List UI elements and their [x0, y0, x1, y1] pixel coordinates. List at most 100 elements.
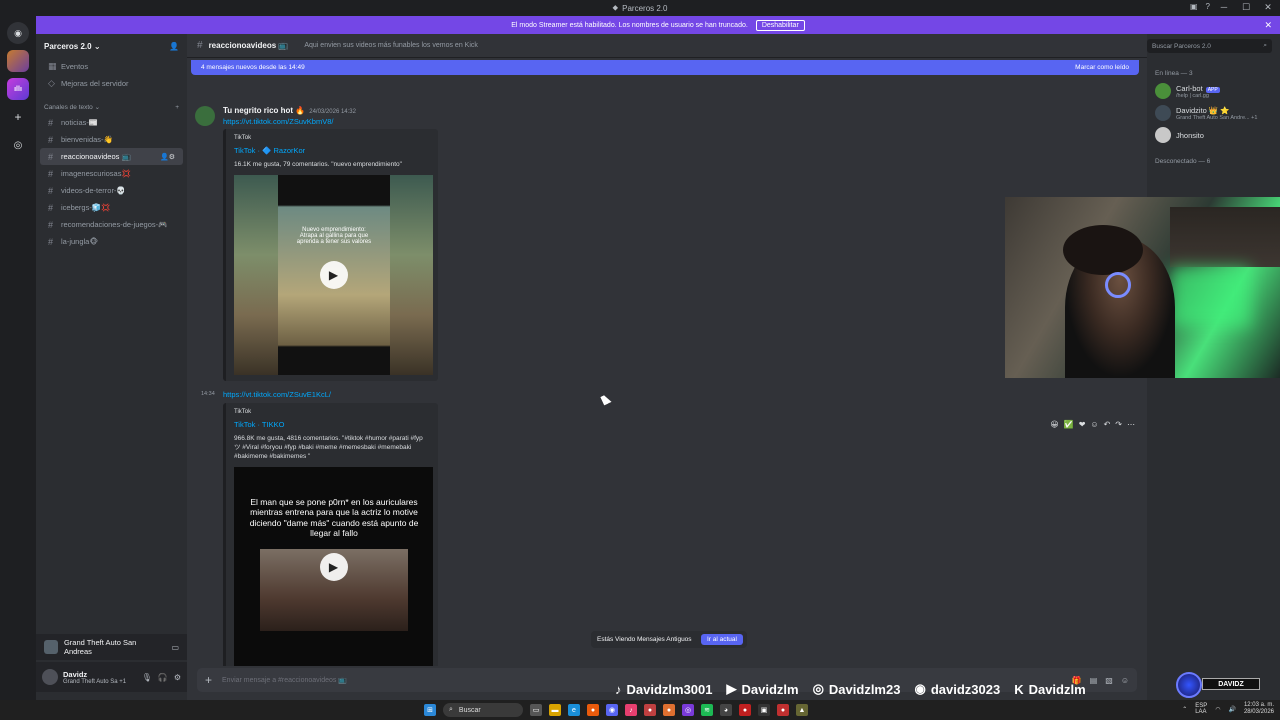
- channel-la-jungla[interactable]: # la-jungla🐵: [40, 233, 183, 250]
- new-messages-bar[interactable]: 4 mensajes nuevos desde las 14:49 Marcar…: [191, 60, 1139, 75]
- channel-videos-de-terror[interactable]: # videos-de-terror-💀: [40, 182, 183, 199]
- windows-start-icon[interactable]: ⊞: [424, 704, 436, 716]
- social-instagram: ◎ Davidzlm23: [812, 681, 901, 697]
- microphone-icon[interactable]: 🎙: [142, 673, 152, 682]
- file-explorer-icon[interactable]: ▬: [549, 704, 561, 716]
- app-icon[interactable]: ●: [644, 704, 656, 716]
- add-friend-icon[interactable]: 👤: [169, 42, 179, 51]
- message-link[interactable]: https://vt.tiktok.com/ZSuvKbmV8/: [223, 117, 333, 126]
- edge-icon[interactable]: e: [568, 704, 580, 716]
- app-icon[interactable]: ●: [739, 704, 751, 716]
- server-header[interactable]: Parceros 2.0 ⌄ 👤: [36, 34, 187, 58]
- banner-text: El modo Streamer está habilitado. Los no…: [511, 21, 748, 29]
- channel-reaccionoavideos[interactable]: # reaccionoavideos 📺 👤⚙: [40, 148, 183, 165]
- gear-icon[interactable]: ⚙: [174, 673, 181, 682]
- search-icon: ⌕: [1263, 42, 1267, 49]
- spotify-icon[interactable]: ≋: [701, 704, 713, 716]
- taskbar-search[interactable]: ⌕ Buscar: [443, 703, 523, 717]
- hash-icon: #: [48, 236, 54, 247]
- minimize-button[interactable]: ─: [1218, 2, 1230, 13]
- discord-home-icon[interactable]: ◉: [7, 22, 29, 44]
- chrome-icon[interactable]: ◕: [720, 704, 732, 716]
- check-icon[interactable]: ✅: [1064, 420, 1074, 429]
- message-actions: 😀 ✅ ❤ ☺ ↶ ↷ ⋯: [1050, 420, 1135, 429]
- channel-recomendaciones[interactable]: # recomendaciones-de-juegos-🎮: [40, 216, 183, 233]
- hash-icon: #: [197, 40, 203, 51]
- close-banner-icon[interactable]: ✕: [1264, 20, 1272, 31]
- social-kick: K Davidzlm: [1014, 681, 1086, 697]
- task-view-icon[interactable]: ▭: [530, 704, 542, 716]
- reply-icon[interactable]: ↶: [1104, 420, 1111, 429]
- chevron-down-icon: ⌄: [93, 41, 101, 51]
- add-attachment-icon[interactable]: +: [205, 673, 212, 687]
- channel-header: # reaccionoavideos 📺 Aqui envien sus vid…: [187, 34, 1147, 58]
- member-item[interactable]: Jhonsito: [1147, 124, 1280, 146]
- channel-icebergs[interactable]: # icebergs-🧊💢: [40, 199, 183, 216]
- add-reaction-icon[interactable]: ☺: [1090, 420, 1098, 429]
- server-icon-1[interactable]: [7, 50, 29, 72]
- message-timestamp: 24/03/2026 14:32: [309, 109, 356, 115]
- discord-taskbar-icon[interactable]: ◉: [606, 704, 618, 716]
- app-icon[interactable]: ●: [587, 704, 599, 716]
- avatar[interactable]: [42, 669, 58, 685]
- app-icon[interactable]: ●: [777, 704, 789, 716]
- video-thumbnail[interactable]: Nuevo emprendimiento: Atrapa al gallina …: [234, 175, 433, 376]
- help-icon[interactable]: ?: [1206, 2, 1210, 11]
- activity-bar[interactable]: Grand Theft Auto San Andreas ▭: [36, 634, 187, 660]
- message-author[interactable]: Tu negrito rico hot 🔥 24/03/2026 14:32: [223, 106, 356, 115]
- screen-share-icon[interactable]: ▭: [171, 643, 179, 652]
- play-icon[interactable]: ▶: [319, 553, 348, 582]
- heart-icon[interactable]: ❤: [1079, 420, 1086, 429]
- add-channel-icon[interactable]: +: [175, 104, 179, 111]
- tray-chevron-icon[interactable]: ⌃: [1182, 706, 1187, 713]
- disable-streamer-button[interactable]: Deshabilitar: [755, 19, 805, 31]
- embed-title[interactable]: TikTok · 🔷 RazorKor: [234, 146, 430, 155]
- maximize-button[interactable]: ☐: [1240, 2, 1252, 13]
- avatar[interactable]: [195, 106, 215, 126]
- channel-bienvenidas[interactable]: # bienvenidas-👋: [40, 131, 183, 148]
- category-text-channels[interactable]: Canales de texto ⌄ +: [36, 100, 187, 114]
- avatar: [1155, 83, 1171, 99]
- channel-settings-icon[interactable]: 👤⚙: [160, 153, 175, 161]
- video-thumbnail[interactable]: El man que se pone p0rn* en los auricula…: [234, 467, 433, 666]
- youtube-icon: ▶: [726, 681, 737, 696]
- channel-topic[interactable]: Aqui envien sus videos más funables los …: [304, 42, 478, 49]
- app-icon[interactable]: ▲: [796, 704, 808, 716]
- jump-to-present-button[interactable]: Ir al actual: [701, 634, 743, 645]
- message-input[interactable]: Enviar mensaje a #reaccionoavideos 📺: [222, 676, 347, 684]
- embed-provider: TikTok: [234, 409, 252, 415]
- language-indicator[interactable]: ESP LAA: [1195, 703, 1207, 715]
- message-link[interactable]: https://vt.tiktok.com/ZSuvE1KcL/: [223, 390, 331, 399]
- calendar-icon: ▦: [48, 61, 57, 71]
- member-item[interactable]: Davidzito 👑 ⭐ Grand Theft Auto San Andre.…: [1147, 102, 1280, 124]
- sidebar-item-events[interactable]: ▦ Eventos: [40, 58, 183, 75]
- tiktok-taskbar-icon[interactable]: ♪: [625, 704, 637, 716]
- channel-imagenescuriosas[interactable]: # imagenescuriosas💢: [40, 165, 183, 182]
- close-button[interactable]: ✕: [1262, 2, 1274, 13]
- mark-read-button[interactable]: Marcar como leído: [1075, 64, 1129, 71]
- app-icon[interactable]: ▣: [758, 704, 770, 716]
- headphones-icon[interactable]: 🎧: [158, 673, 168, 682]
- more-icon[interactable]: ⋯: [1127, 420, 1135, 429]
- channel-noticias[interactable]: # noticias-📰: [40, 114, 183, 131]
- forward-icon[interactable]: ↷: [1115, 420, 1122, 429]
- emoji-icon[interactable]: 😀: [1050, 420, 1058, 429]
- member-item[interactable]: Carl-bot APP/help | carl.gg: [1147, 80, 1280, 102]
- obs-icon[interactable]: ◎: [682, 704, 694, 716]
- search-input[interactable]: Buscar Parceros 2.0 ⌕: [1147, 39, 1272, 53]
- app-icon[interactable]: ●: [663, 704, 675, 716]
- inbox-icon[interactable]: ▣: [1190, 2, 1198, 11]
- add-server-icon[interactable]: +: [7, 106, 29, 128]
- embed-title[interactable]: TikTok · TIKKO: [234, 420, 430, 429]
- wifi-icon[interactable]: ◠: [1215, 706, 1220, 713]
- server-icon-parceros[interactable]: ıllı: [7, 78, 29, 100]
- chat-main: # reaccionoavideos 📺 Aqui envien sus vid…: [187, 34, 1147, 700]
- volume-icon[interactable]: 🔊: [1228, 706, 1235, 713]
- clock[interactable]: 12:03 a. m. 28/03/2026: [1244, 702, 1274, 716]
- streamer-mode-banner: El modo Streamer está habilitado. Los no…: [36, 16, 1280, 34]
- play-icon[interactable]: ▶: [319, 261, 348, 290]
- sidebar-item-boosts[interactable]: ◇ Mejoras del servidor: [40, 75, 183, 92]
- hash-icon: #: [48, 117, 54, 128]
- explore-icon[interactable]: ◎: [7, 134, 29, 156]
- kick-icon: K: [1014, 681, 1024, 697]
